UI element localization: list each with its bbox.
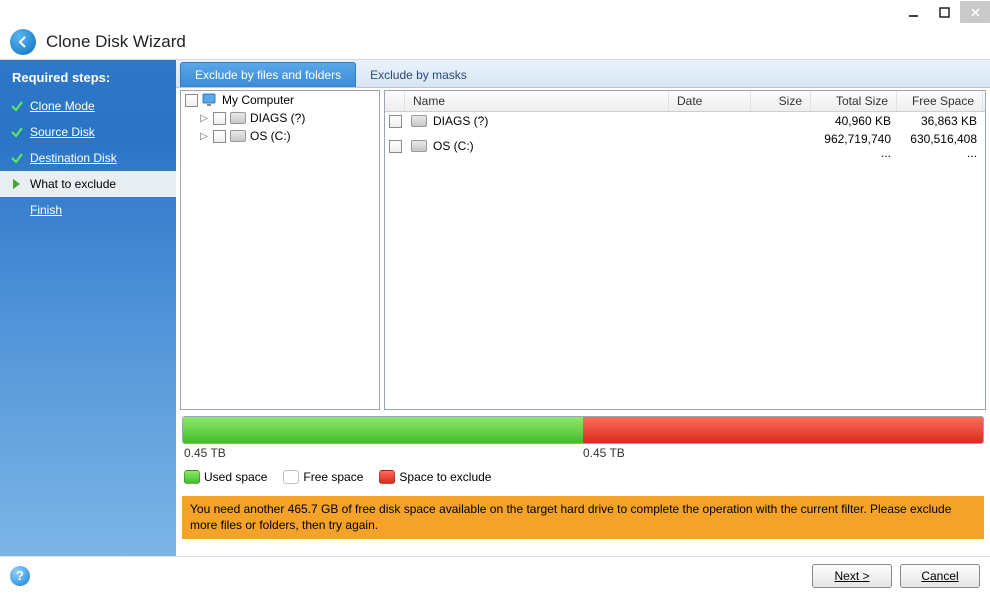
check-icon xyxy=(10,99,24,113)
header: Clone Disk Wizard xyxy=(0,24,990,60)
swatch-exclude xyxy=(379,470,395,484)
tree-item-diags[interactable]: ▷ DIAGS (?) xyxy=(181,109,379,127)
next-button[interactable]: Next > xyxy=(812,564,892,588)
sidebar-step-clone-mode[interactable]: Clone Mode xyxy=(0,93,176,119)
tab-bar: Exclude by files and folders Exclude by … xyxy=(176,60,990,88)
footer: ? Next > Cancel xyxy=(0,556,990,594)
drive-icon xyxy=(411,115,427,127)
minimize-button[interactable] xyxy=(898,1,928,23)
tab-exclude-files[interactable]: Exclude by files and folders xyxy=(180,62,356,87)
sidebar-step-what-to-exclude[interactable]: What to exclude xyxy=(0,171,176,197)
col-free[interactable]: Free Space xyxy=(897,91,983,111)
col-date[interactable]: Date xyxy=(669,91,751,111)
expand-toggle[interactable]: ▷ xyxy=(199,113,209,124)
sidebar-step-destination-disk[interactable]: Destination Disk xyxy=(0,145,176,171)
checkbox[interactable] xyxy=(213,130,226,143)
expand-toggle[interactable]: ▷ xyxy=(199,131,209,142)
sidebar-step-finish[interactable]: Finish xyxy=(0,197,176,223)
exclude-label: 0.45 TB xyxy=(583,446,625,460)
bar-exclude xyxy=(583,417,983,443)
swatch-free xyxy=(283,470,299,484)
sidebar: Required steps: Clone Mode Source Disk D… xyxy=(0,60,176,556)
drive-icon xyxy=(411,140,427,152)
bar-used xyxy=(183,417,583,443)
check-icon xyxy=(10,151,24,165)
help-button[interactable]: ? xyxy=(10,566,30,586)
checkbox[interactable] xyxy=(389,140,402,153)
col-size[interactable]: Size xyxy=(751,91,811,111)
col-name[interactable]: Name xyxy=(405,91,669,111)
list-panel[interactable]: Name Date Size Total Size Free Space DIA… xyxy=(384,90,986,410)
legend: Used space Free space Space to exclude xyxy=(176,460,990,494)
maximize-button[interactable] xyxy=(929,1,959,23)
drive-icon xyxy=(230,130,246,142)
list-header: Name Date Size Total Size Free Space xyxy=(385,91,985,112)
tree-panel[interactable]: My Computer ▷ DIAGS (?) ▷ OS (C:) xyxy=(180,90,380,410)
main-panel: Exclude by files and folders Exclude by … xyxy=(176,60,990,556)
arrow-right-icon xyxy=(10,177,24,191)
list-row[interactable]: DIAGS (?) 40,960 KB 36,863 KB xyxy=(385,112,985,130)
list-row[interactable]: OS (C:) 962,719,740 ... 630,516,408 ... xyxy=(385,130,985,162)
titlebar xyxy=(0,0,990,24)
sidebar-step-source-disk[interactable]: Source Disk xyxy=(0,119,176,145)
sidebar-heading: Required steps: xyxy=(0,66,176,93)
computer-icon xyxy=(202,93,218,107)
tree-root[interactable]: My Computer xyxy=(181,91,379,109)
arrow-left-icon xyxy=(16,35,30,49)
drive-icon xyxy=(230,112,246,124)
close-button[interactable] xyxy=(960,1,990,23)
warning-banner: You need another 465.7 GB of free disk s… xyxy=(182,496,984,539)
col-total[interactable]: Total Size xyxy=(811,91,897,111)
page-title: Clone Disk Wizard xyxy=(46,32,186,52)
checkbox[interactable] xyxy=(185,94,198,107)
capacity-bar: 0.45 TB 0.45 TB xyxy=(182,416,984,460)
used-label: 0.45 TB xyxy=(182,446,583,460)
tab-exclude-masks[interactable]: Exclude by masks xyxy=(356,63,481,87)
checkbox[interactable] xyxy=(213,112,226,125)
back-button[interactable] xyxy=(10,29,36,55)
check-icon xyxy=(10,125,24,139)
swatch-used xyxy=(184,470,200,484)
cancel-button[interactable]: Cancel xyxy=(900,564,980,588)
tree-item-os[interactable]: ▷ OS (C:) xyxy=(181,127,379,145)
checkbox[interactable] xyxy=(389,115,402,128)
